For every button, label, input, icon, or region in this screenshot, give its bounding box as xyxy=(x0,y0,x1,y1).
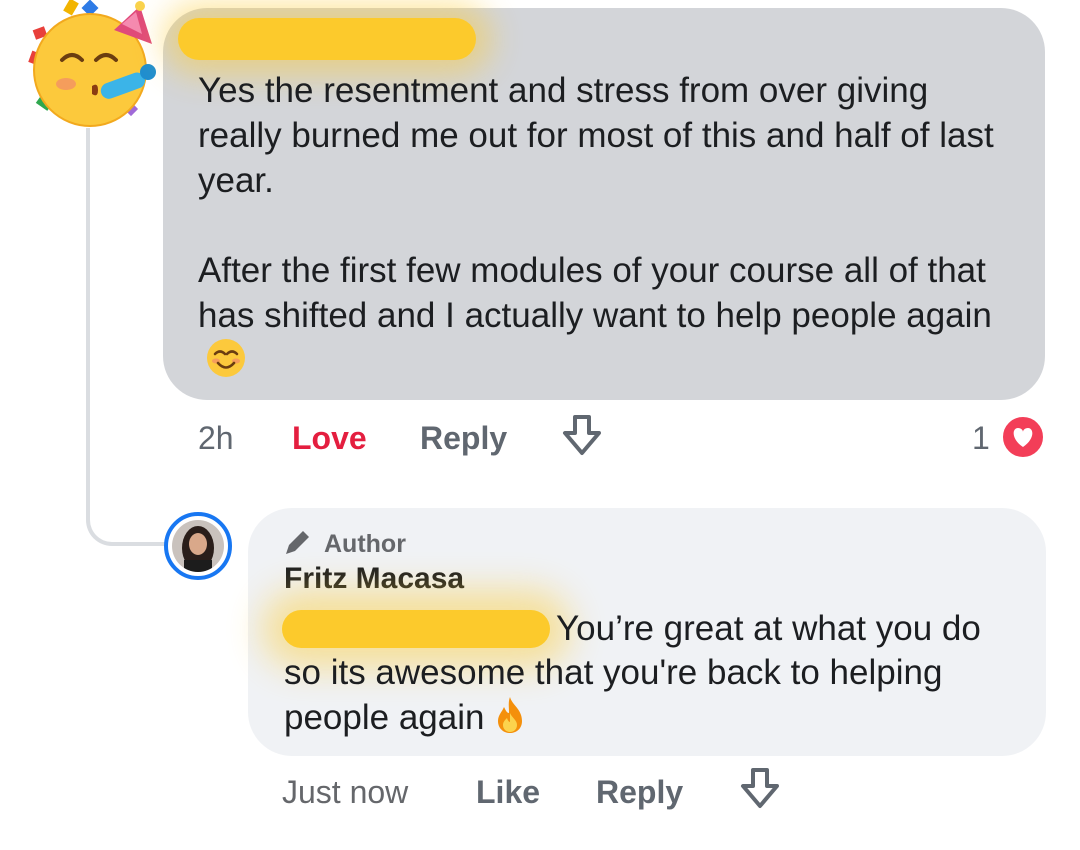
reply-text-line-1: You’re great at what you do xyxy=(556,609,981,648)
redacted-author-name xyxy=(178,18,476,60)
redacted-mention xyxy=(282,610,550,648)
fire-emoji-icon xyxy=(498,697,523,733)
reply-timestamp: Just now xyxy=(282,774,409,810)
reply-button[interactable]: Reply xyxy=(420,420,507,457)
share-arrow-icon[interactable] xyxy=(736,766,784,812)
smiling-face-emoji-icon xyxy=(207,339,245,377)
root-comment-paragraph-2: After the first few modules of your cour… xyxy=(198,248,1018,383)
root-comment-paragraph-2-text: After the first few modules of your cour… xyxy=(198,251,996,335)
heart-icon[interactable] xyxy=(1000,414,1046,460)
partying-face-avatar[interactable] xyxy=(22,0,162,130)
share-arrow-icon[interactable] xyxy=(558,413,606,459)
reply-text-rest-text: so its awesome that you're back to helpi… xyxy=(284,653,953,737)
author-avatar[interactable] xyxy=(164,512,232,580)
thread-connector-line xyxy=(86,128,166,546)
author-badge-label: Author xyxy=(324,530,406,558)
reply-author-name[interactable]: Fritz Macasa xyxy=(284,562,464,596)
reply-text-rest: so its awesome that you're back to helpi… xyxy=(284,650,1024,740)
like-button[interactable]: Like xyxy=(476,774,540,811)
pencil-icon xyxy=(286,531,309,554)
profile-photo-icon xyxy=(172,520,224,572)
reply-button[interactable]: Reply xyxy=(596,774,683,811)
reaction-count[interactable]: 1 xyxy=(972,420,990,457)
root-comment-paragraph-1: Yes the resentment and stress from over … xyxy=(198,71,1004,200)
root-comment-timestamp: 2h xyxy=(198,420,234,456)
love-reaction-button[interactable]: Love xyxy=(292,420,367,457)
